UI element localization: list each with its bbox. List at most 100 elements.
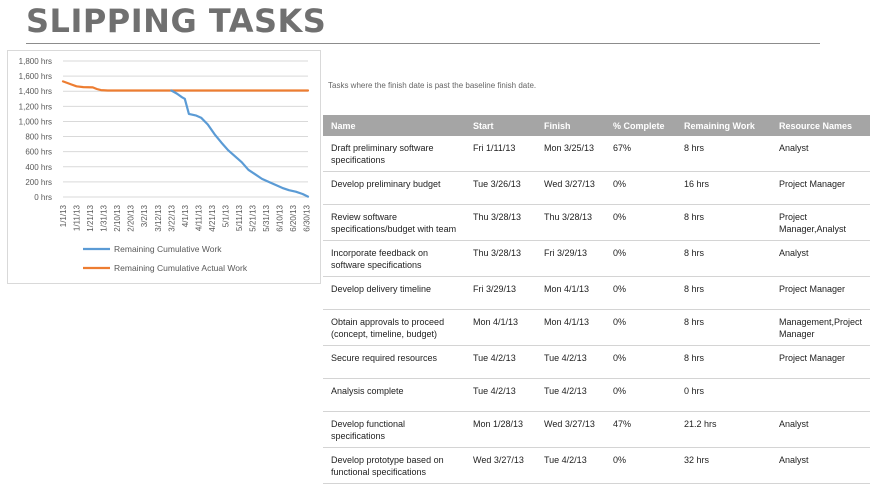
x-tick-label: 3/12/13 — [154, 204, 163, 231]
header-remaining-work[interactable]: Remaining Work — [676, 115, 771, 136]
y-tick-label: 0 hrs — [34, 193, 52, 202]
task-remaining-work: 8 hrs — [676, 345, 771, 379]
task-name: Incorporate feedback on software specifi… — [323, 240, 465, 277]
task-start: Thu 3/28/13 — [465, 204, 536, 241]
y-tick-label: 400 hrs — [25, 163, 52, 172]
task-resource-names: Management,Project Manager — [771, 309, 870, 346]
x-tick-label: 3/2/13 — [140, 204, 149, 227]
y-tick-label: 600 hrs — [25, 148, 52, 157]
x-tick-label: 6/10/13 — [276, 204, 285, 231]
table-row[interactable]: Develop functional specifications Mon 1/2… — [323, 411, 870, 448]
task-remaining-work: 8 hrs — [676, 240, 771, 277]
task-percent-complete: 47% — [605, 411, 676, 448]
task-start: Fri 3/29/13 — [465, 276, 536, 310]
task-name: Develop preliminary budget — [323, 171, 465, 205]
table-row[interactable]: Secure required resources Tue 4/2/13 Tue 4… — [323, 345, 870, 379]
table-row[interactable]: Analysis complete Tue 4/2/13 Tue 4/2/13 0% 0… — [323, 378, 870, 412]
task-resource-names: Project Manager — [771, 171, 870, 205]
series-remaining-cumulative-actual-work — [61, 80, 310, 92]
task-name: Develop prototype based on functional sp… — [323, 447, 465, 484]
task-percent-complete: 0% — [605, 171, 676, 205]
task-resource-names: Analyst — [771, 411, 870, 448]
task-remaining-work: 32 hrs — [676, 447, 771, 484]
task-percent-complete: 0% — [605, 345, 676, 379]
task-finish: Wed 3/27/13 — [536, 411, 605, 448]
x-tick-label: 1/11/13 — [73, 204, 82, 231]
task-start: Mon 1/28/13 — [465, 411, 536, 448]
slipping-tasks-table: Name Start Finish % Complete Remaining W… — [323, 115, 870, 484]
task-finish: Mon 3/25/13 — [536, 136, 605, 172]
page-title: SLIPPING TASKS — [26, 2, 327, 40]
x-tick-label: 4/11/13 — [194, 204, 203, 231]
task-resource-names: Analyst — [771, 240, 870, 277]
task-resource-names — [771, 378, 870, 412]
task-finish: Wed 3/27/13 — [536, 171, 605, 205]
y-tick-label: 200 hrs — [25, 178, 52, 187]
task-remaining-work: 8 hrs — [676, 136, 771, 172]
task-resource-names: Analyst — [771, 447, 870, 484]
x-tick-label: 4/21/13 — [208, 204, 217, 231]
x-tick-label: 6/30/13 — [303, 204, 312, 231]
task-percent-complete: 0% — [605, 447, 676, 484]
table-row[interactable]: Obtain approvals to proceed (concept, ti… — [323, 309, 870, 346]
x-tick-label: 1/1/13 — [59, 204, 68, 227]
task-name: Analysis complete — [323, 378, 465, 412]
task-remaining-work: 0 hrs — [676, 378, 771, 412]
task-name: Review software specifications/budget wi… — [323, 204, 465, 241]
remaining-work-chart: 1,800 hrs 1,600 hrs 1,400 hrs 1,200 hrs 1,00… — [7, 50, 321, 284]
header-percent-complete[interactable]: % Complete — [605, 115, 676, 136]
task-resource-names: Project Manager — [771, 276, 870, 310]
x-tick-label: 1/31/13 — [100, 204, 109, 231]
table-row[interactable]: Develop preliminary budget Tue 3/26/13 Wed… — [323, 171, 870, 205]
task-remaining-work: 21.2 hrs — [676, 411, 771, 448]
header-resource-names[interactable]: Resource Names — [771, 115, 870, 136]
table-row[interactable]: Draft preliminary software specification… — [323, 136, 870, 172]
task-finish: Thu 3/28/13 — [536, 204, 605, 241]
table-header-row: Name Start Finish % Complete Remaining W… — [323, 115, 870, 136]
task-finish: Tue 4/2/13 — [536, 345, 605, 379]
task-start: Tue 4/2/13 — [465, 345, 536, 379]
header-finish[interactable]: Finish — [536, 115, 605, 136]
x-tick-label: 2/10/13 — [113, 204, 122, 231]
task-remaining-work: 8 hrs — [676, 276, 771, 310]
header-name[interactable]: Name — [323, 115, 465, 136]
x-tick-label: 5/11/13 — [235, 204, 244, 231]
task-start: Fri 1/11/13 — [465, 136, 536, 172]
table-row[interactable]: Review software specifications/budget wi… — [323, 204, 870, 241]
task-finish: Tue 4/2/13 — [536, 447, 605, 484]
task-remaining-work: 8 hrs — [676, 309, 771, 346]
task-percent-complete: 0% — [605, 378, 676, 412]
task-finish: Tue 4/2/13 — [536, 378, 605, 412]
y-tick-label: 1,600 hrs — [19, 72, 52, 81]
table-description: Tasks where the finish date is past the … — [328, 81, 537, 90]
task-start: Thu 3/28/13 — [465, 240, 536, 277]
legend-label: Remaining Cumulative Actual Work — [114, 263, 248, 273]
x-tick-label: 4/1/13 — [181, 204, 190, 227]
task-name: Secure required resources — [323, 345, 465, 379]
x-tick-label: 5/21/13 — [249, 204, 258, 231]
y-tick-label: 1,200 hrs — [19, 102, 52, 111]
table-row[interactable]: Incorporate feedback on software specifi… — [323, 240, 870, 277]
task-percent-complete: 67% — [605, 136, 676, 172]
task-resource-names: Project Manager,Analyst — [771, 204, 870, 241]
x-tick-label: 6/20/13 — [289, 204, 298, 231]
title-divider — [26, 43, 820, 44]
table-row[interactable]: Develop prototype based on functional sp… — [323, 447, 870, 484]
task-finish: Fri 3/29/13 — [536, 240, 605, 277]
y-tick-label: 800 hrs — [25, 133, 52, 142]
y-tick-label: 1,800 hrs — [19, 57, 52, 66]
task-start: Wed 3/27/13 — [465, 447, 536, 484]
task-resource-names: Project Manager — [771, 345, 870, 379]
task-remaining-work: 16 hrs — [676, 171, 771, 205]
task-start: Tue 4/2/13 — [465, 378, 536, 412]
header-start[interactable]: Start — [465, 115, 536, 136]
x-tick-label: 3/22/13 — [167, 204, 176, 231]
y-tick-label: 1,000 hrs — [19, 117, 52, 126]
task-finish: Mon 4/1/13 — [536, 309, 605, 346]
legend-label: Remaining Cumulative Work — [114, 244, 222, 254]
line-chart: 1,800 hrs 1,600 hrs 1,400 hrs 1,200 hrs 1,00… — [19, 57, 312, 273]
table-row[interactable]: Develop delivery timeline Fri 3/29/13 Mon … — [323, 276, 870, 310]
task-percent-complete: 0% — [605, 276, 676, 310]
task-name: Obtain approvals to proceed (concept, ti… — [323, 309, 465, 346]
task-percent-complete: 0% — [605, 240, 676, 277]
